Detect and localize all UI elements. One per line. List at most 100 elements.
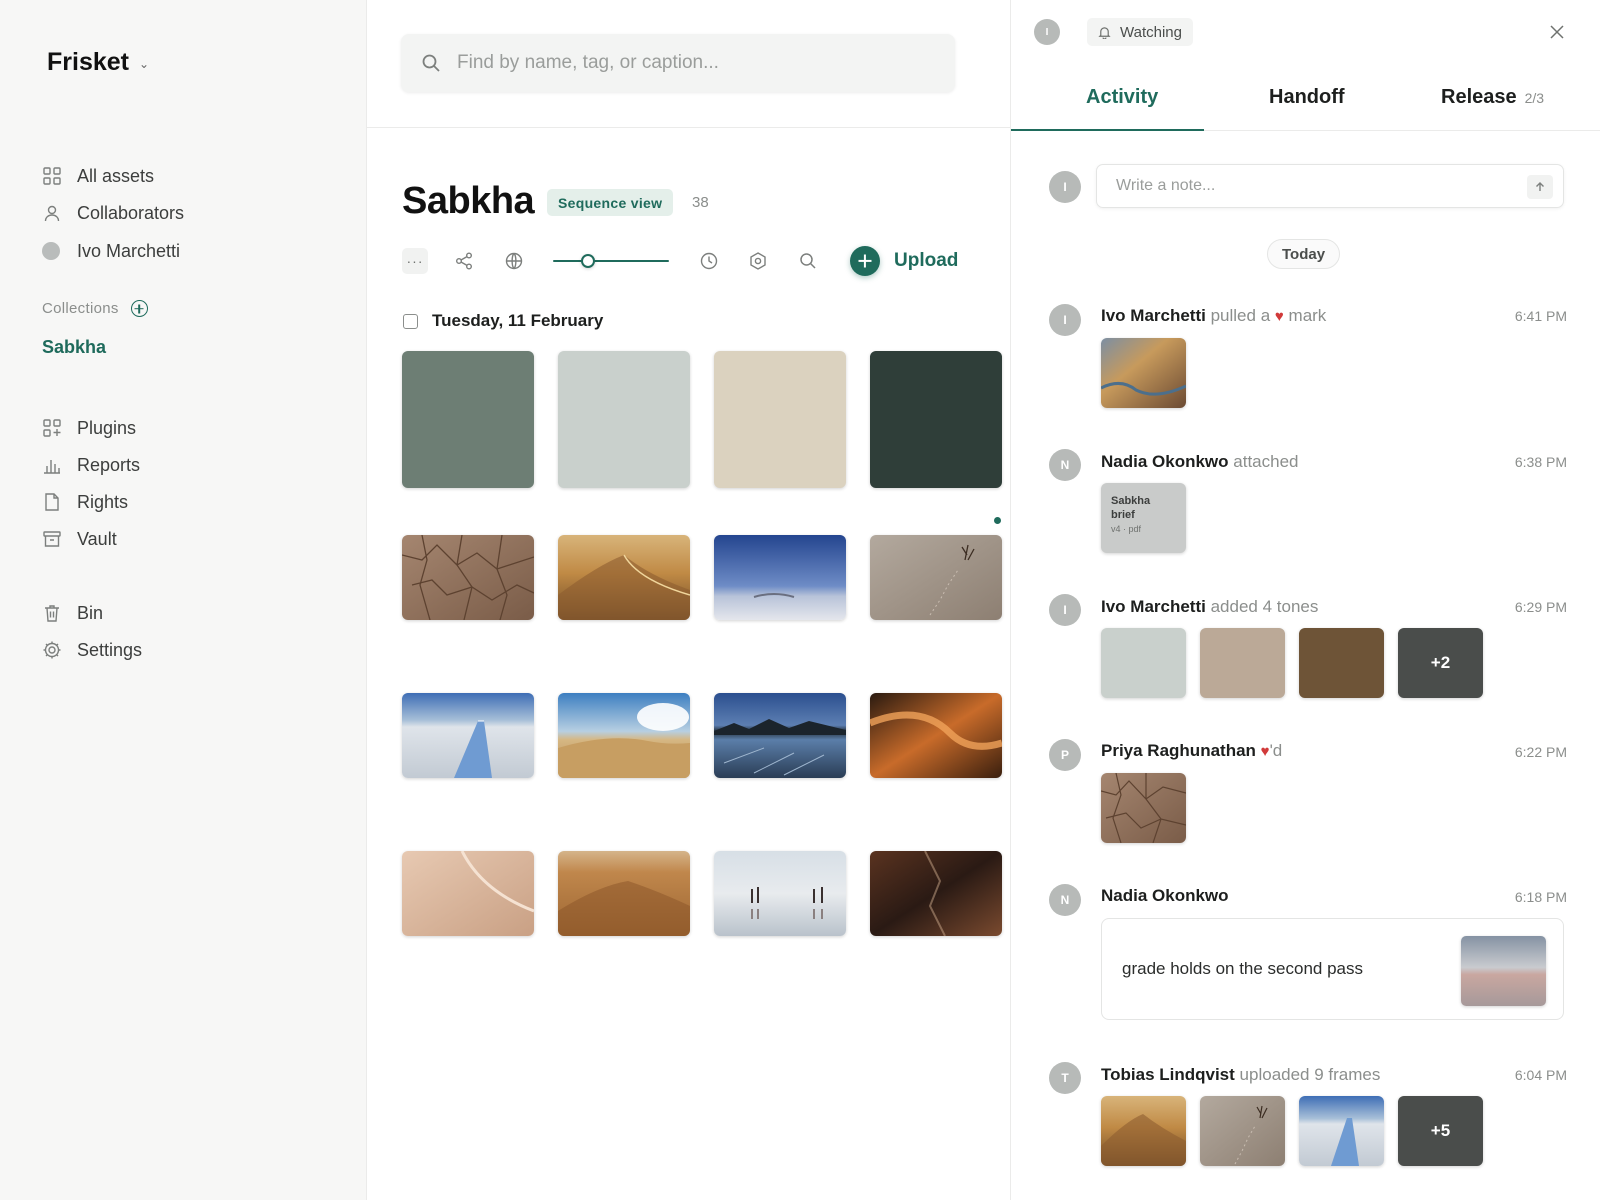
sidebar: Frisket ⌄ All assets Collaborators Ivo M… <box>0 0 367 1200</box>
more-tones-button[interactable]: +2 <box>1398 628 1483 698</box>
erg-dunes-image <box>558 851 690 936</box>
document-icon <box>45 493 59 511</box>
pink-dune-image <box>402 851 534 936</box>
history-button[interactable] <box>696 248 722 274</box>
workspace-switcher[interactable]: Frisket ⌄ <box>47 48 149 77</box>
sidebar-item-ivo-marchetti[interactable]: Ivo Marchetti <box>42 237 180 265</box>
asset-swatch[interactable] <box>714 351 846 488</box>
slider-handle[interactable] <box>580 254 595 268</box>
activity-thumbnail[interactable] <box>1101 773 1186 843</box>
avatar[interactable]: I <box>1034 19 1060 45</box>
sidebar-item-reports[interactable]: Reports <box>42 451 140 479</box>
asset-thumbnail[interactable] <box>558 851 690 936</box>
sidebar-item-all-assets[interactable]: All assets <box>42 162 154 190</box>
asset-swatch[interactable] <box>402 351 534 488</box>
activity-thumbnail[interactable] <box>1101 1096 1186 1166</box>
page-title: Sabkha <box>402 180 535 222</box>
more-frames-button[interactable]: +5 <box>1398 1096 1483 1166</box>
tone-swatch[interactable] <box>1200 628 1285 698</box>
asset-thumbnail[interactable] <box>870 535 1002 620</box>
sidebar-item-bin[interactable]: Bin <box>42 599 103 627</box>
asset-thumbnail[interactable] <box>402 535 534 620</box>
activity-user[interactable]: Nadia Okonkwo <box>1101 452 1229 471</box>
tab-label: Activity <box>1086 86 1159 108</box>
sidebar-item-label: Bin <box>77 602 104 623</box>
search-input[interactable] <box>457 52 927 74</box>
tone-swatch[interactable] <box>1299 628 1384 698</box>
comment-thumbnail[interactable] <box>1461 936 1546 1006</box>
globe-button[interactable] <box>501 248 527 274</box>
avatar: T <box>1049 1062 1081 1094</box>
asset-swatch[interactable] <box>870 351 1002 488</box>
more-options-button[interactable]: ··· <box>402 248 428 274</box>
select-group-checkbox[interactable] <box>403 313 418 329</box>
activity-user[interactable]: Priya Raghunathan <box>1101 741 1256 760</box>
avatar: I <box>1049 304 1081 336</box>
share-icon <box>456 252 472 270</box>
salt-flat-sky-image <box>714 535 846 620</box>
asset-thumbnail[interactable] <box>402 851 534 936</box>
settings-button[interactable] <box>745 248 771 274</box>
dune-clouds-image <box>558 693 690 778</box>
activity-action: mark <box>1288 306 1327 325</box>
tab-activity[interactable]: Activity <box>1086 86 1158 109</box>
send-button[interactable] <box>1527 175 1553 199</box>
tone-swatch[interactable] <box>1101 628 1186 698</box>
asset-thumbnail[interactable] <box>870 851 1002 936</box>
asset-thumbnail[interactable] <box>558 693 690 778</box>
tab-release[interactable]: Release 2/3 <box>1441 86 1544 109</box>
date-group-label: Tuesday, 11 February <box>432 311 604 330</box>
sidebar-item-label: Vault <box>77 528 117 549</box>
activity-time: 6:29 PM <box>1514 599 1567 615</box>
chevron-down-icon: ⌄ <box>138 56 150 71</box>
activity-text: Priya Raghunathan ♥'d <box>1101 741 1282 761</box>
close-icon[interactable] <box>1547 22 1567 42</box>
activity-user[interactable]: Nadia Okonkwo <box>1101 886 1229 905</box>
attached-file[interactable]: Sabkha brief v4 · pdf <box>1101 483 1186 553</box>
activity-thumbnail[interactable] <box>1101 338 1186 408</box>
search-button[interactable] <box>795 248 821 274</box>
asset-swatch[interactable] <box>558 351 690 488</box>
activity-time: 6:38 PM <box>1514 454 1567 470</box>
activity-text: Nadia Okonkwo attached <box>1101 452 1299 472</box>
share-button[interactable] <box>451 248 477 274</box>
note-composer[interactable] <box>1096 164 1564 208</box>
sidebar-item-collection-sabkha[interactable]: Sabkha <box>42 337 106 358</box>
asset-thumbnail[interactable] <box>714 535 846 620</box>
add-collection-icon[interactable] <box>130 300 148 317</box>
activity-time: 6:18 PM <box>1514 889 1567 905</box>
sidebar-item-collaborators[interactable]: Collaborators <box>42 199 184 227</box>
note-input[interactable] <box>1116 177 1496 195</box>
sidebar-item-rights[interactable]: Rights <box>42 488 128 516</box>
activity-user[interactable]: Ivo Marchetti <box>1101 597 1206 616</box>
tab-handoff[interactable]: Handoff <box>1269 86 1345 109</box>
asset-thumbnail[interactable] <box>402 693 534 778</box>
upload-button[interactable]: Upload <box>850 246 958 276</box>
salt-flat-image <box>1461 936 1546 1006</box>
cracked-earth-image <box>1101 773 1186 843</box>
globe-icon <box>505 252 523 270</box>
activity-time: 6:41 PM <box>1514 308 1567 324</box>
asset-thumbnail[interactable] <box>558 535 690 620</box>
watching-label: Watching <box>1120 23 1182 41</box>
bell-icon <box>1098 26 1111 39</box>
sidebar-item-plugins[interactable]: Plugins <box>42 414 136 442</box>
thumbnail-size-slider[interactable] <box>553 251 669 271</box>
activity-thumbnail[interactable] <box>1299 1096 1384 1166</box>
comment-card[interactable]: grade holds on the second pass <box>1101 918 1564 1020</box>
asset-count: 38 <box>692 194 709 211</box>
date-separator: Today <box>1267 239 1341 269</box>
view-mode-badge[interactable]: Sequence view <box>547 189 674 216</box>
asset-thumbnail[interactable] <box>714 851 846 936</box>
cracked-earth-image <box>402 535 534 620</box>
search-bar[interactable] <box>401 34 955 92</box>
activity-thumbnail[interactable] <box>1200 1096 1285 1166</box>
sidebar-item-vault[interactable]: Vault <box>42 525 117 553</box>
activity-user[interactable]: Tobias Lindqvist <box>1101 1065 1235 1084</box>
asset-thumbnail[interactable] <box>870 693 1002 778</box>
watching-button[interactable]: Watching <box>1087 18 1193 46</box>
asset-thumbnail[interactable] <box>714 693 846 778</box>
sidebar-item-settings[interactable]: Settings <box>42 636 142 664</box>
activity-action: uploaded 9 frames <box>1239 1065 1381 1084</box>
activity-user[interactable]: Ivo Marchetti <box>1101 306 1206 325</box>
